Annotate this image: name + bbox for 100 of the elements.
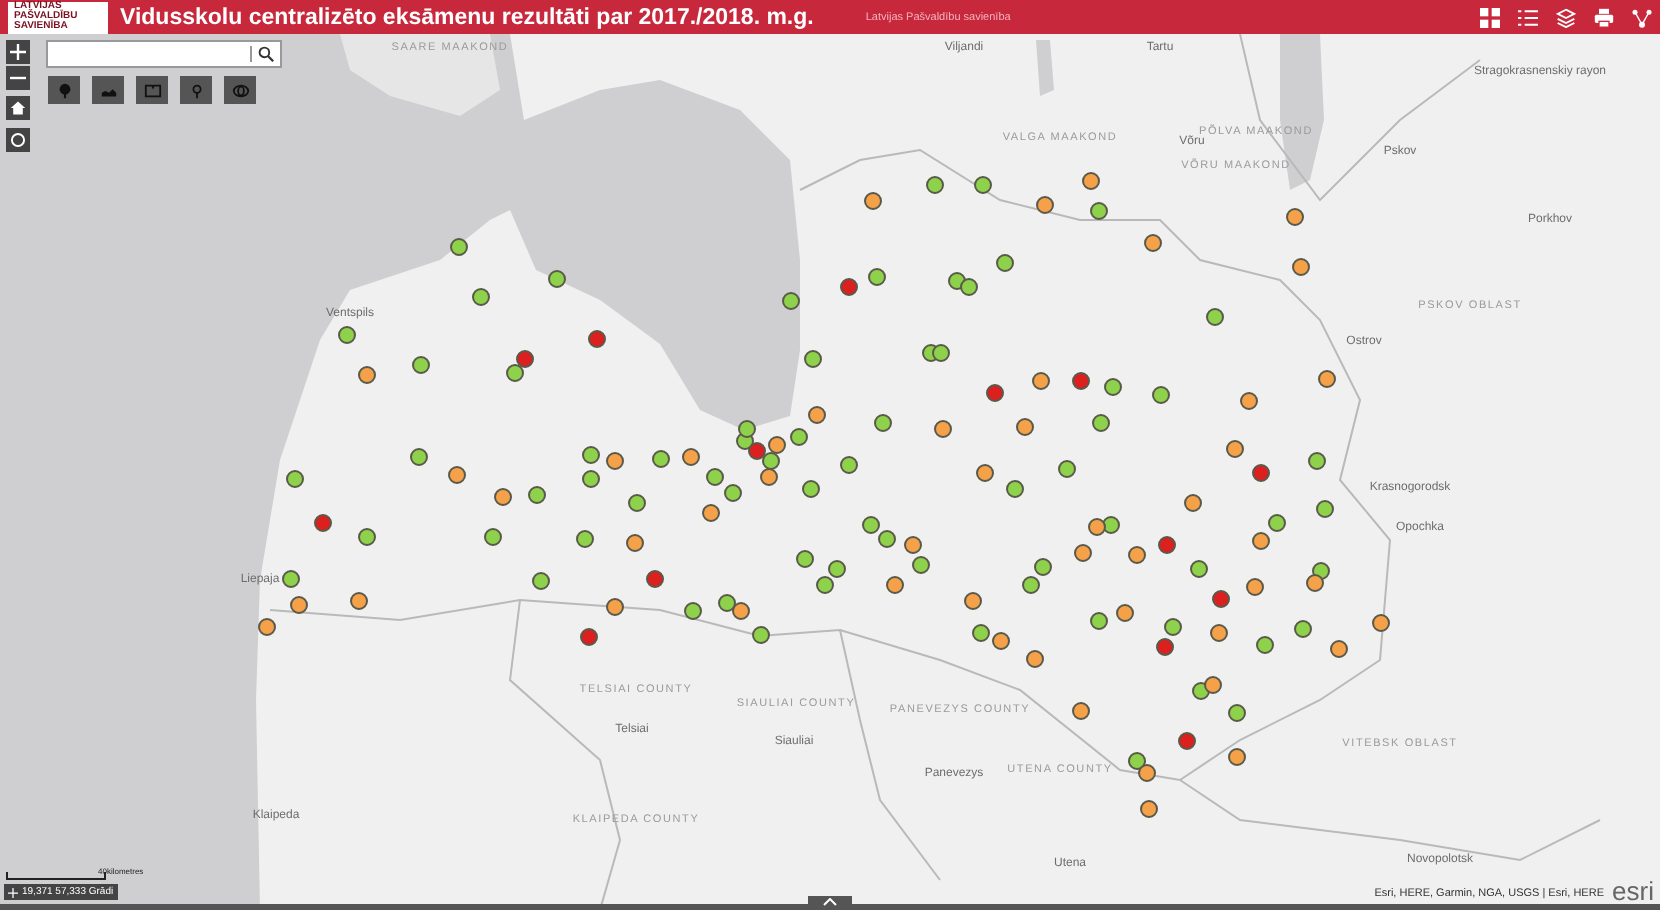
map-marker[interactable] bbox=[768, 436, 786, 454]
zoom-out-button[interactable] bbox=[6, 66, 30, 90]
map-marker[interactable] bbox=[350, 592, 368, 610]
map-marker[interactable] bbox=[1318, 370, 1336, 388]
map-marker[interactable] bbox=[934, 420, 952, 438]
tool-button[interactable] bbox=[180, 76, 212, 104]
map-marker[interactable] bbox=[1256, 636, 1274, 654]
map-marker[interactable] bbox=[1140, 800, 1158, 818]
map-marker[interactable] bbox=[904, 536, 922, 554]
map-marker[interactable] bbox=[1306, 574, 1324, 592]
map-marker[interactable] bbox=[1152, 386, 1170, 404]
map-marker[interactable] bbox=[1090, 202, 1108, 220]
map-marker[interactable] bbox=[1294, 620, 1312, 638]
map-marker[interactable] bbox=[1210, 624, 1228, 642]
map-marker[interactable] bbox=[790, 428, 808, 446]
map-marker[interactable] bbox=[282, 570, 300, 588]
map-marker[interactable] bbox=[964, 592, 982, 610]
map-marker[interactable] bbox=[1240, 392, 1258, 410]
map-marker[interactable] bbox=[1158, 536, 1176, 554]
map-marker[interactable] bbox=[528, 486, 546, 504]
map-marker[interactable] bbox=[410, 448, 428, 466]
map-marker[interactable] bbox=[986, 384, 1004, 402]
map-marker[interactable] bbox=[1022, 576, 1040, 594]
map-marker[interactable] bbox=[684, 602, 702, 620]
map-marker[interactable] bbox=[1058, 460, 1076, 478]
map-marker[interactable] bbox=[1164, 618, 1182, 636]
map-marker[interactable] bbox=[628, 494, 646, 512]
map-marker[interactable] bbox=[886, 576, 904, 594]
map-marker[interactable] bbox=[516, 350, 534, 368]
home-button[interactable] bbox=[6, 96, 30, 120]
map-marker[interactable] bbox=[748, 442, 766, 460]
map-marker[interactable] bbox=[724, 484, 742, 502]
map-marker[interactable] bbox=[576, 530, 594, 548]
map-marker[interactable] bbox=[808, 406, 826, 424]
map-marker[interactable] bbox=[1026, 650, 1044, 668]
map-marker[interactable] bbox=[606, 598, 624, 616]
map-marker[interactable] bbox=[1138, 764, 1156, 782]
map-marker[interactable] bbox=[948, 272, 966, 290]
grid-icon[interactable] bbox=[1480, 7, 1500, 27]
map-marker[interactable] bbox=[646, 570, 664, 588]
print-icon[interactable] bbox=[1594, 7, 1614, 27]
map-marker[interactable] bbox=[1372, 614, 1390, 632]
map-marker[interactable] bbox=[878, 530, 896, 548]
map-marker[interactable] bbox=[1082, 172, 1100, 190]
map-marker[interactable] bbox=[874, 414, 892, 432]
map-marker[interactable] bbox=[960, 278, 978, 296]
map-marker[interactable] bbox=[1178, 732, 1196, 750]
map-marker[interactable] bbox=[1268, 514, 1286, 532]
map-marker[interactable] bbox=[706, 468, 724, 486]
map-marker[interactable] bbox=[606, 452, 624, 470]
map-marker[interactable] bbox=[358, 366, 376, 384]
map-marker[interactable] bbox=[532, 572, 550, 590]
map-marker[interactable] bbox=[1192, 682, 1210, 700]
map-marker[interactable] bbox=[802, 480, 820, 498]
tool-button[interactable] bbox=[224, 76, 256, 104]
map-marker[interactable] bbox=[992, 632, 1010, 650]
map-marker[interactable] bbox=[816, 576, 834, 594]
map-marker[interactable] bbox=[1204, 676, 1222, 694]
map-marker[interactable] bbox=[1016, 418, 1034, 436]
panel-toggle-button[interactable] bbox=[808, 896, 852, 910]
map-marker[interactable] bbox=[862, 516, 880, 534]
map-marker[interactable] bbox=[762, 452, 780, 470]
map-marker[interactable] bbox=[448, 466, 466, 484]
map-marker[interactable] bbox=[702, 504, 720, 522]
search-field[interactable] bbox=[46, 40, 282, 68]
map-marker[interactable] bbox=[1252, 464, 1270, 482]
map-marker[interactable] bbox=[828, 560, 846, 578]
map-marker[interactable] bbox=[1286, 208, 1304, 226]
layers-icon[interactable] bbox=[1556, 7, 1576, 27]
map-marker[interactable] bbox=[1226, 440, 1244, 458]
map-marker[interactable] bbox=[548, 270, 566, 288]
map-marker[interactable] bbox=[358, 528, 376, 546]
map-marker[interactable] bbox=[1090, 612, 1108, 630]
map-marker[interactable] bbox=[580, 628, 598, 646]
map-marker[interactable] bbox=[1206, 308, 1224, 326]
map-marker[interactable] bbox=[1128, 546, 1146, 564]
map-marker[interactable] bbox=[258, 618, 276, 636]
map-marker[interactable] bbox=[1128, 752, 1146, 770]
map-marker[interactable] bbox=[1034, 558, 1052, 576]
map-marker[interactable] bbox=[1156, 638, 1174, 656]
map-marker[interactable] bbox=[1292, 258, 1310, 276]
map-marker[interactable] bbox=[1330, 640, 1348, 658]
map-marker[interactable] bbox=[286, 470, 304, 488]
map-marker[interactable] bbox=[412, 356, 430, 374]
map-marker[interactable] bbox=[796, 550, 814, 568]
map-marker[interactable] bbox=[1072, 702, 1090, 720]
map-marker[interactable] bbox=[996, 254, 1014, 272]
map-marker[interactable] bbox=[506, 364, 524, 382]
map-marker[interactable] bbox=[1104, 378, 1122, 396]
map-marker[interactable] bbox=[652, 450, 670, 468]
map-marker[interactable] bbox=[760, 468, 778, 486]
tool-button[interactable] bbox=[136, 76, 168, 104]
map-marker[interactable] bbox=[338, 326, 356, 344]
map-marker[interactable] bbox=[868, 268, 886, 286]
map-marker[interactable] bbox=[472, 288, 490, 306]
map-marker[interactable] bbox=[588, 330, 606, 348]
map-marker[interactable] bbox=[682, 448, 700, 466]
tool-button[interactable] bbox=[48, 76, 80, 104]
map-marker[interactable] bbox=[1308, 452, 1326, 470]
map-marker[interactable] bbox=[1088, 518, 1106, 536]
